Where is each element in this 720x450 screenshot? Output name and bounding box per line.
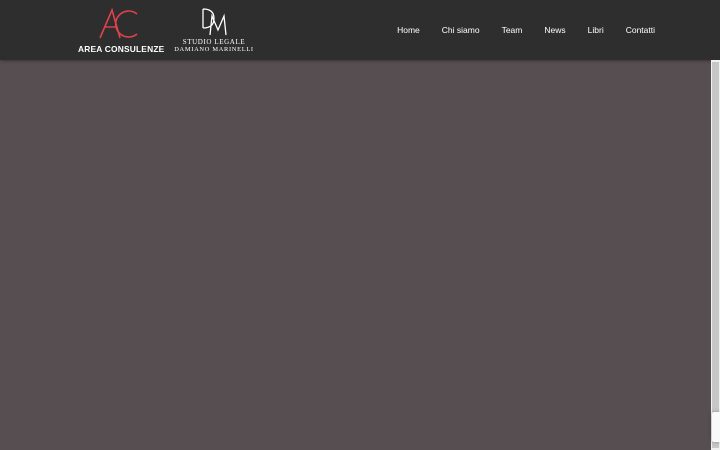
ac-logo-mark-icon: [99, 8, 138, 39]
page-scrollbar[interactable]: [711, 60, 720, 450]
nav-item-contatti[interactable]: Contatti: [626, 25, 655, 35]
hero-area: [0, 60, 711, 450]
studio-legale-logo-link[interactable]: STUDIO LEGALE DAMIANO MARINELLI: [172, 8, 256, 54]
studio-legale-text: STUDIO LEGALE: [182, 38, 246, 46]
scrollbar-thumb[interactable]: [712, 62, 719, 448]
nav-item-chi-siamo[interactable]: Chi siamo: [442, 25, 480, 35]
area-consulenze-logo-link[interactable]: AREA CONSULENZE: [78, 8, 165, 54]
recaptcha-badge-icon[interactable]: [712, 412, 720, 442]
main-nav: Home Chi siamo Team News Libri Contatti: [397, 0, 655, 60]
nav-item-libri[interactable]: Libri: [588, 25, 604, 35]
nav-item-team[interactable]: Team: [502, 25, 523, 35]
area-consulenze-logo-text: AREA CONSULENZE: [78, 44, 165, 54]
nav-item-home[interactable]: Home: [397, 25, 420, 35]
damiano-marinelli-text: DAMIANO MARINELLI: [174, 46, 254, 53]
site-header: AREA CONSULENZE STUDIO LEGALE DAMIANO MA…: [0, 0, 720, 60]
dm-logo-mark-icon: [202, 8, 227, 36]
nav-item-news[interactable]: News: [544, 25, 565, 35]
